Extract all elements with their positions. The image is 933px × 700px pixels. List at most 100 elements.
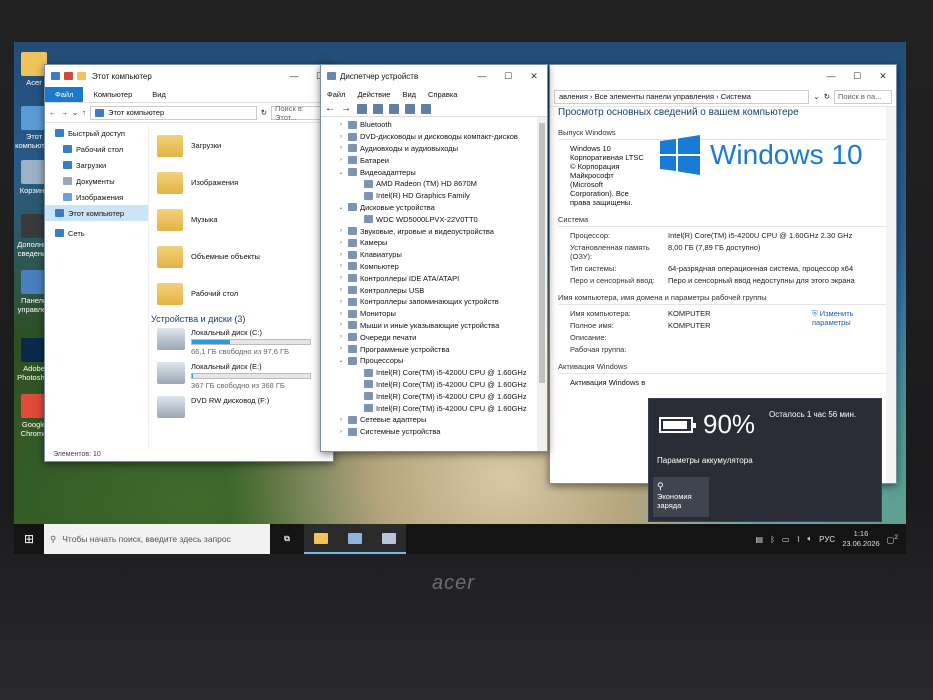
tree-item[interactable]: › Системные устройства [321,426,547,438]
tree-item[interactable]: › Батареи [321,154,547,166]
device-manager-titlebar[interactable]: Диспетчер устройств — ☐ ✕ [321,65,547,87]
folder-item[interactable]: Рабочий стол [157,275,333,312]
chevron-down-icon[interactable]: ⌄ [337,357,345,364]
tree-item[interactable]: Intel(R) HD Graphics Family [321,190,547,202]
tree-item[interactable]: › Контроллеры USB [321,284,547,296]
chevron-right-icon[interactable]: › [337,322,345,328]
menu-item[interactable]: Файл [327,90,345,99]
view-icon[interactable] [373,103,383,114]
chevron-down-icon[interactable]: ⌄ [72,108,78,117]
tree-item[interactable]: › Очереди печати [321,331,547,343]
chevron-right-icon[interactable]: › [337,157,345,163]
scrollbar[interactable] [537,117,547,451]
tree-item[interactable]: › Контроллеры запоминающих устройств [321,296,547,308]
change-settings-link[interactable]: ⛨ Изменить параметры [812,309,868,327]
minimize-button[interactable]: — [469,71,495,82]
notification-icon[interactable]: ▢2 [887,534,898,545]
help-icon[interactable] [389,103,399,114]
tree-item[interactable]: Intel(R) Core(TM) i5-4200U CPU @ 1.60GHz [321,367,547,379]
network-tray-icon[interactable]: ▤ [756,535,764,544]
chevron-right-icon[interactable]: › [337,240,345,246]
chevron-right-icon[interactable]: › [337,134,345,140]
system-search-input[interactable]: Поиск в па... [834,89,892,104]
monitor-icon[interactable] [421,103,431,114]
chevron-right-icon[interactable]: › [337,252,345,258]
breadcrumb[interactable]: авления › Все элементы панели управления… [554,89,810,104]
close-button[interactable]: ✕ [521,71,547,82]
explorer-titlebar[interactable]: Этот компьютер — ☐ [45,65,333,87]
drives-header[interactable]: Устройства и диски (3) [151,314,333,324]
properties-icon[interactable] [64,72,73,80]
tab-view[interactable]: Вид [142,90,176,99]
folder-item[interactable]: Объемные объекты [157,238,333,275]
maximize-button[interactable]: ☐ [495,71,521,82]
forward-icon[interactable]: → [341,103,351,114]
wifi-icon[interactable]: ⌇ [796,535,800,544]
chevron-right-icon[interactable]: › [337,287,345,293]
refresh-icon[interactable]: ↻ [261,108,267,117]
address-bar[interactable]: Этот компьютер [90,105,257,120]
chevron-right-icon[interactable]: › [337,334,345,340]
up-icon[interactable]: ↑ [82,108,86,117]
refresh-icon[interactable]: ↻ [824,92,830,101]
tree-item[interactable]: ⌄ Дисковые устройства [321,202,547,214]
language-indicator[interactable]: РУС [819,535,835,544]
tree-item[interactable]: › Сетевые адаптеры [321,414,547,426]
chevron-right-icon[interactable]: › [337,275,345,281]
start-button[interactable]: ⊞ [14,532,44,546]
tree-item[interactable]: › Bluetooth [321,119,547,131]
chevron-right-icon[interactable]: › [337,228,345,234]
back-icon[interactable]: ← [49,108,57,117]
update-icon[interactable] [405,103,415,114]
new-folder-icon[interactable] [77,72,86,80]
battery-saver-button[interactable]: ⚲ Экономия заряда [653,477,709,517]
tab-file[interactable]: Файл [45,87,84,102]
menu-item[interactable]: Действие [357,90,390,99]
scroll-thumb[interactable] [539,123,545,383]
drive-item[interactable]: Локальный диск (C:) 66,1 ГБ свободно из 9… [157,328,333,356]
chevron-right-icon[interactable]: › [337,311,345,317]
tab-computer[interactable]: Компьютер [83,90,142,99]
bluetooth-icon[interactable]: ᛒ [770,535,775,544]
folder-item[interactable]: Загрузки [157,127,333,164]
tree-item[interactable]: › Камеры [321,237,547,249]
tree-item[interactable]: › Программные устройства [321,343,547,355]
chevron-down-icon[interactable]: ⌄ [813,92,819,101]
battery-settings-link[interactable]: Параметры аккумулятора [657,456,753,465]
taskbar-search[interactable]: ⚲ Чтобы начать поиск, введите здесь запр… [44,524,270,554]
taskbar-explorer[interactable] [304,524,338,554]
drive-item[interactable]: DVD RW дисковод (F:) [157,396,333,418]
tree-item[interactable]: Intel(R) Core(TM) i5-4200U CPU @ 1.60GHz [321,390,547,402]
back-icon[interactable]: ← [325,103,335,114]
tree-item[interactable]: WDC WD5000LPVX-22V0TT0 [321,213,547,225]
tree-item[interactable]: › DVD-дисководы и дисководы компакт-диско… [321,131,547,143]
chevron-right-icon[interactable]: › [337,429,345,435]
chevron-right-icon[interactable]: › [337,122,345,128]
nav-item[interactable]: Документы [45,173,148,189]
nav-item[interactable]: Этот компьютер [45,205,148,221]
tree-item[interactable]: › Контроллеры IDE ATA/ATAPI [321,272,547,284]
battery-tray-icon[interactable]: ▭ [782,535,790,544]
tree-item[interactable]: ⌄ Видеоадаптеры [321,166,547,178]
nav-item[interactable]: Рабочий стол [45,141,148,157]
minimize-button[interactable]: — [818,71,844,82]
menu-item[interactable]: Справка [428,90,457,99]
nav-item[interactable]: Быстрый доступ [45,125,148,141]
taskbar-system[interactable] [338,524,372,554]
close-button[interactable]: ✕ [870,71,896,82]
properties-icon[interactable] [357,103,367,114]
nav-item[interactable]: Изображения [45,189,148,205]
forward-icon[interactable]: → [61,108,69,117]
tree-item[interactable]: Intel(R) Core(TM) i5-4200U CPU @ 1.60GHz [321,379,547,391]
drive-item[interactable]: Локальный диск (E:) 367 ГБ свободно из 36… [157,362,333,390]
nav-item[interactable]: Сеть [45,225,148,241]
taskbar-device-manager[interactable] [372,524,406,554]
chevron-right-icon[interactable]: › [337,299,345,305]
tree-item[interactable]: › Мониторы [321,308,547,320]
volume-icon[interactable]: 🔈︎ [807,534,812,544]
minimize-button[interactable]: — [281,71,307,82]
tree-item[interactable]: › Звуковые, игровые и видеоустройства [321,225,547,237]
tree-item[interactable]: › Аудиовходы и аудиовыходы [321,143,547,155]
folder-item[interactable]: Музыка [157,201,333,238]
tree-item[interactable]: Intel(R) Core(TM) i5-4200U CPU @ 1.60GHz [321,402,547,414]
